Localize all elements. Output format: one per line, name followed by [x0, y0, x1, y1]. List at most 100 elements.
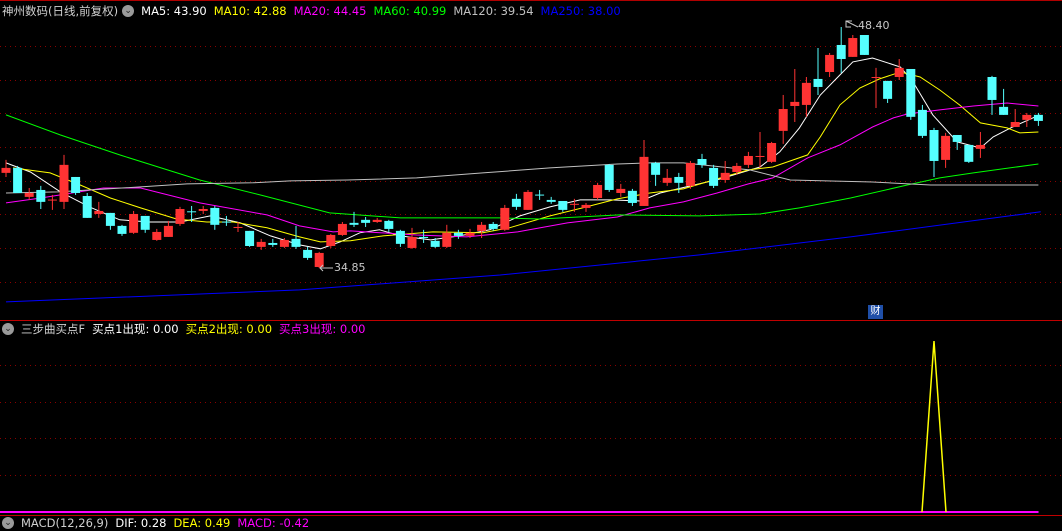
low-marker: [319, 264, 333, 272]
candle-body: [975, 144, 985, 149]
candle-body: [210, 207, 220, 225]
candle-body: [59, 164, 69, 202]
buy-point-3-label: 买点3出现: 0.00: [279, 322, 366, 336]
candle-body: [581, 204, 591, 208]
candle-body: [129, 213, 139, 233]
candle: [546, 196, 556, 204]
candle: [883, 80, 893, 103]
candle: [1033, 112, 1043, 126]
candle-body: [906, 68, 916, 117]
buy-point-1-label: 买点1出现: 0.00: [92, 322, 179, 336]
candle-body: [268, 242, 278, 245]
candle: [535, 189, 545, 200]
candle: [1, 159, 11, 177]
candle: [906, 68, 916, 120]
candle-body: [987, 76, 997, 100]
candle-body: [859, 35, 869, 55]
candle-body: [674, 176, 684, 183]
candle-body: [604, 164, 614, 190]
candle: [372, 217, 382, 223]
candle: [36, 185, 46, 209]
candle: [419, 229, 429, 243]
candle: [24, 187, 34, 200]
candle-body: [569, 203, 579, 205]
candle-body: [326, 234, 336, 246]
candle: [291, 225, 301, 249]
candle-body: [523, 191, 533, 210]
candle-body: [662, 177, 672, 183]
grid-lines: [0, 46, 1062, 476]
candle-body: [836, 44, 846, 60]
candle: [929, 127, 939, 177]
candle-body: [685, 162, 695, 186]
indicator-legend: ⌄ 三步曲买点F 买点1出现: 0.00 买点2出现: 0.00 买点3出现: …: [2, 321, 372, 337]
candle: [210, 205, 220, 230]
candle-body: [546, 199, 556, 202]
chevron-down-icon[interactable]: ⌄: [2, 323, 14, 335]
candle: [859, 35, 869, 55]
candle: [1010, 109, 1020, 127]
candle-body: [848, 38, 858, 57]
candle: [790, 68, 800, 122]
candle: [500, 204, 510, 231]
candle: [395, 229, 405, 247]
candle-body: [1033, 114, 1043, 121]
candle-body: [732, 165, 742, 172]
candle-body: [755, 155, 765, 157]
candle: [59, 154, 69, 209]
candle: [105, 212, 115, 230]
candle-body: [245, 230, 255, 246]
candle-body: [929, 130, 939, 161]
candle: [175, 206, 185, 226]
candle: [651, 161, 661, 186]
candle: [256, 238, 266, 250]
candle-body: [407, 236, 417, 248]
candle-body: [813, 78, 823, 87]
candle: [975, 131, 985, 158]
candle-body: [871, 76, 881, 78]
financial-badge[interactable]: 财: [868, 305, 883, 319]
chevron-down-icon[interactable]: ⌄: [122, 5, 135, 17]
candle-body: [163, 225, 173, 237]
candle: [720, 160, 730, 183]
candle: [47, 194, 57, 210]
candle-body: [651, 162, 661, 175]
candle: [987, 75, 997, 115]
candle: [71, 176, 81, 195]
candle-body: [13, 167, 23, 193]
candle-body: [883, 80, 893, 99]
candle: [453, 229, 463, 239]
candle: [767, 141, 777, 163]
candle: [964, 144, 974, 163]
candle-body: [71, 176, 81, 193]
macd-legend: ⌄ MACD(12,26,9) DIF: 0.28 DEA: 0.49 MACD…: [2, 515, 316, 531]
candle: [117, 224, 127, 236]
candle: [361, 216, 371, 227]
chevron-down-icon[interactable]: ⌄: [2, 517, 14, 529]
candle-body: [419, 236, 429, 238]
candle-body: [105, 212, 115, 226]
dif-label: DIF: 0.28: [115, 516, 167, 530]
candle: [581, 202, 591, 212]
candle: [999, 88, 1009, 115]
candle: [245, 230, 255, 247]
candle: [639, 139, 649, 206]
candle-body: [917, 109, 927, 136]
candle-body: [894, 67, 904, 77]
stock-title: 神州数码(日线,前复权): [2, 4, 119, 18]
candle-body: [1010, 121, 1020, 127]
candle: [662, 168, 672, 186]
candle-body: [697, 159, 707, 165]
candle: [511, 193, 521, 210]
ma250-line: [5, 211, 1041, 303]
candle: [326, 233, 336, 248]
candle: [198, 205, 208, 214]
candle: [709, 164, 719, 188]
ma60-label: MA60: 40.99: [373, 4, 447, 18]
candle-body: [1, 167, 11, 173]
candle: [697, 153, 707, 168]
candle-body: [790, 101, 800, 106]
main-legend: 神州数码(日线,前复权) ⌄ MA5: 43.90 MA10: 42.88 MA…: [2, 3, 628, 19]
candle-body: [767, 142, 777, 162]
candle-body: [465, 232, 475, 236]
